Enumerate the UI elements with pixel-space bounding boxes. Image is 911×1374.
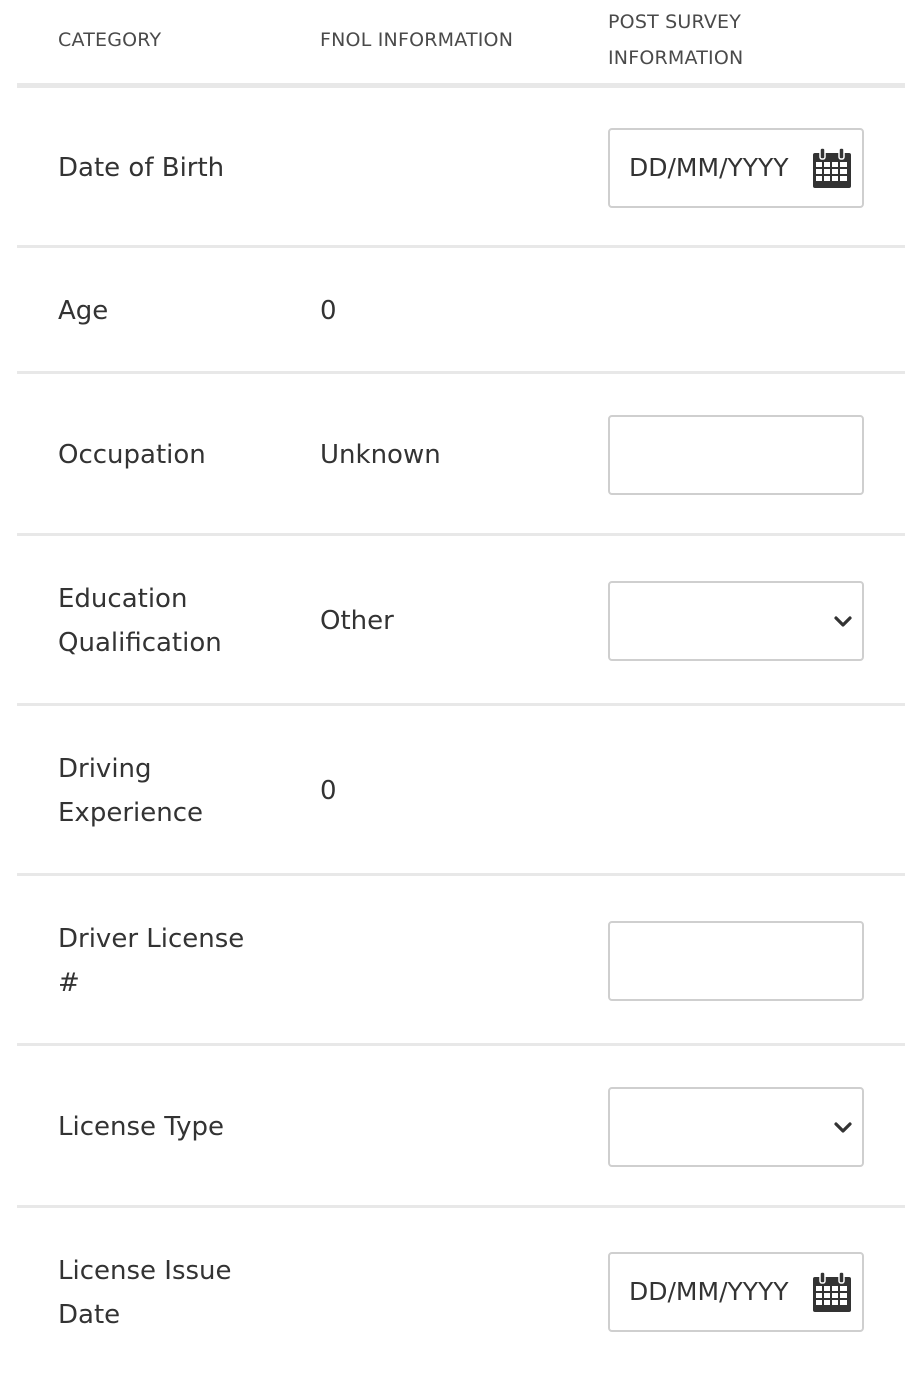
license-type-select[interactable] xyxy=(608,1087,864,1167)
category-label: License Issue Date xyxy=(58,1249,258,1337)
category-label-line1: Driver License xyxy=(58,924,245,954)
driver-license-input[interactable] xyxy=(608,921,864,1001)
fnol-value: Other xyxy=(320,606,394,636)
category-label-line1: Driving xyxy=(58,754,152,784)
calendar-icon[interactable] xyxy=(810,1270,854,1314)
date-placeholder: DD/MM/YYYY xyxy=(629,153,789,182)
category-label-line2: Experience xyxy=(58,798,203,828)
table-row-license-type: License Type xyxy=(17,1046,905,1208)
category-label: License Type xyxy=(58,1112,225,1142)
table-row-education-qualification: Education Qualification Other xyxy=(17,536,905,706)
column-header-post-survey-line1: POST SURVEY xyxy=(608,11,742,33)
category-label-line1: Education xyxy=(58,584,188,614)
table-row-license-issue-date: License Issue Date DD/MM/YYYY xyxy=(17,1208,905,1374)
table-row-date-of-birth: Date of Birth DD/MM/YYYY xyxy=(17,88,905,248)
education-qualification-select[interactable] xyxy=(608,581,864,661)
category-label-line2: # xyxy=(58,968,80,998)
driver-details-table: CATEGORY FNOL INFORMATION POST SURVEY IN… xyxy=(17,0,905,1374)
column-header-post-survey-line2: INFORMATION xyxy=(608,47,744,69)
table-row-age: Age 0 xyxy=(17,248,905,374)
fnol-value: Unknown xyxy=(320,440,441,470)
table-row-driving-experience: Driving Experience 0 xyxy=(17,706,905,876)
category-label-line2: Qualification xyxy=(58,628,222,658)
date-placeholder: DD/MM/YYYY xyxy=(629,1277,789,1306)
fnol-value: 0 xyxy=(320,296,337,326)
table-row-occupation: Occupation Unknown xyxy=(17,374,905,536)
calendar-icon[interactable] xyxy=(810,146,854,190)
column-header-category: CATEGORY xyxy=(58,29,162,51)
category-label-line2: Date xyxy=(58,1300,121,1330)
column-header-post-survey: POST SURVEY INFORMATION xyxy=(608,4,808,76)
category-label: Occupation xyxy=(58,440,206,470)
date-of-birth-input[interactable]: DD/MM/YYYY xyxy=(608,128,864,208)
category-label: Driving Experience xyxy=(58,747,258,835)
category-label: Age xyxy=(58,296,109,326)
category-label-line1: License Issue xyxy=(58,1256,232,1286)
column-header-fnol: FNOL INFORMATION xyxy=(320,29,514,51)
table-header: CATEGORY FNOL INFORMATION POST SURVEY IN… xyxy=(17,0,905,88)
chevron-down-icon xyxy=(834,1122,852,1133)
occupation-input[interactable] xyxy=(608,415,864,495)
license-issue-date-input[interactable]: DD/MM/YYYY xyxy=(608,1252,864,1332)
table-row-driver-license: Driver License # xyxy=(17,876,905,1046)
category-label: Date of Birth xyxy=(58,153,225,183)
chevron-down-icon xyxy=(834,616,852,627)
category-label: Education Qualification xyxy=(58,577,258,665)
category-label: Driver License # xyxy=(58,917,258,1005)
fnol-value: 0 xyxy=(320,776,337,806)
